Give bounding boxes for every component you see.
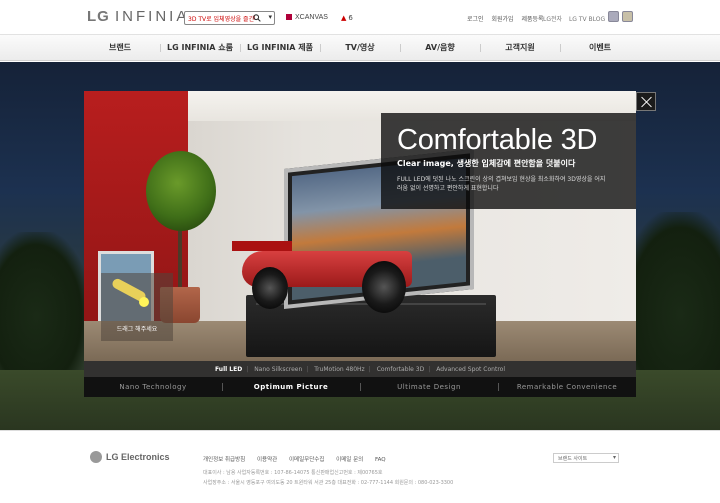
xcanvas-link[interactable]: XCANVAS — [286, 14, 328, 21]
feature-copy-box: Comfortable 3D Clear image, 생생한 입체감에 편안함… — [381, 113, 636, 209]
search-dropdown-icon[interactable]: ▾ — [268, 13, 272, 21]
footer: LG Electronics 개인정보 취급방침 이용약관 이메일무단수집 이메… — [0, 430, 720, 503]
race-car-image — [232, 231, 422, 313]
close-icon[interactable] — [636, 92, 656, 111]
feature-description: FULL LED에 덧된 나노 스크린이 상의 겹쳐보임 현상을 최소화하여 3… — [397, 176, 606, 192]
rank-up-icon: ▲ — [341, 14, 347, 22]
company-info: 대표이사 : 남용 사업자등록번호 : 107-86-14075 통신판매업신고… — [203, 468, 453, 488]
footer-link-faq[interactable]: FAQ — [375, 457, 386, 463]
lg-face-icon — [90, 451, 102, 463]
nav-item-av[interactable]: AV/음향 — [400, 35, 480, 62]
plant-image — [146, 151, 216, 231]
footer-links: 개인정보 취급방침 이용약관 이메일무단수집 이메일 문의 FAQ — [203, 455, 396, 463]
search-icon[interactable] — [253, 14, 261, 22]
product-register-link[interactable]: 제품등록 — [522, 16, 544, 23]
tab-optimum-picture[interactable]: Optimum Picture — [222, 377, 360, 397]
feature-item-spot-control[interactable]: Advanced Spot Control — [428, 366, 511, 373]
feature-item-trumotion[interactable]: TruMotion 480Hz — [306, 366, 370, 373]
nav-item-showroom[interactable]: LG INFINIA 쇼룸 — [160, 35, 240, 62]
footer-link-email-inquiry[interactable]: 이메일 문의 — [336, 457, 363, 463]
search-box: ▾ — [184, 11, 275, 25]
keyword-rank[interactable]: ▲ 6 — [341, 14, 353, 22]
family-site-select[interactable]: 브랜드 사이트 — [553, 453, 619, 463]
nav-item-brand[interactable]: 브랜드 — [80, 35, 160, 62]
feature-title: Comfortable 3D — [397, 124, 598, 156]
lg-electronics-logo[interactable]: LG Electronics — [90, 451, 170, 463]
feature-item-nano-silkscreen[interactable]: Nano Silkscreen — [246, 366, 308, 373]
plant-trunk — [178, 223, 182, 289]
company-info-line1: 대표이사 : 남용 사업자등록번호 : 107-86-14075 통신판매업신고… — [203, 470, 383, 476]
drag-slider-hint[interactable]: 드래그 해주세요 — [101, 273, 173, 341]
company-info-line2: 사업장주소 : 서울시 영등포구 여의도동 20 트윈타워 서관 25층 대표전… — [203, 480, 454, 486]
utility-links: 로그인 회원가입 제품등록 — [467, 14, 550, 23]
footer-link-terms[interactable]: 이용약관 — [257, 457, 277, 463]
nav-item-event[interactable]: 이벤트 — [560, 35, 640, 62]
nav-item-support[interactable]: 고객지원 — [480, 35, 560, 62]
tree-silhouette-left — [0, 232, 90, 372]
car-wheel-front — [362, 261, 406, 313]
feature-subtitle: Clear image, 생생한 입체감에 편안함을 덧붙이다 — [397, 159, 576, 168]
signup-link[interactable]: 회원가입 — [491, 16, 513, 23]
feature-submenu: Full LED Nano Silkscreen TruMotion 480Hz… — [84, 361, 636, 377]
lg-tv-blog-link[interactable]: LG TV BLOG — [569, 16, 605, 23]
tab-ultimate-design[interactable]: Ultimate Design — [360, 377, 498, 397]
main-nav: 브랜드 LG INFINIA 쇼룸 LG INFINIA 제품 TV/영상 AV… — [0, 34, 720, 61]
feature-item-full-led[interactable]: Full LED — [209, 366, 248, 373]
tab-remarkable-convenience[interactable]: Remarkable Convenience — [498, 377, 636, 397]
nav-item-tv[interactable]: TV/영상 — [320, 35, 400, 62]
lg-electronics-link[interactable]: LG전자 — [543, 16, 562, 23]
footer-link-email-policy[interactable]: 이메일무단수집 — [289, 457, 324, 463]
share-icon-button[interactable] — [622, 11, 633, 22]
category-tabs: Nano Technology Optimum Picture Ultimate… — [84, 377, 636, 397]
drag-hint-label: 드래그 해주세요 — [116, 326, 158, 333]
tv-icon-button[interactable] — [608, 11, 619, 22]
feature-item-comfortable-3d[interactable]: Comfortable 3D — [369, 366, 431, 373]
header: LG INFINIA ▾ XCANVAS ▲6 로그인 회원가입 제품등록 LG… — [0, 0, 720, 34]
feature-popup: 드래그 해주세요 Comfortable 3D Clear image, 생생한… — [84, 91, 636, 397]
car-wing — [232, 241, 292, 251]
lg-infinia-logo[interactable]: LG INFINIA — [87, 8, 189, 25]
site-links: LG전자 LG TV BLOG — [543, 14, 610, 23]
tab-nano-technology[interactable]: Nano Technology — [84, 377, 222, 397]
car-wheel-rear — [252, 267, 288, 309]
xcanvas-icon — [286, 14, 292, 20]
search-input[interactable] — [185, 12, 255, 24]
footer-link-privacy[interactable]: 개인정보 취급방침 — [203, 457, 245, 463]
drag-handle-knob[interactable] — [139, 297, 149, 307]
nav-item-products[interactable]: LG INFINIA 제품 — [240, 35, 320, 62]
login-link[interactable]: 로그인 — [467, 16, 484, 23]
